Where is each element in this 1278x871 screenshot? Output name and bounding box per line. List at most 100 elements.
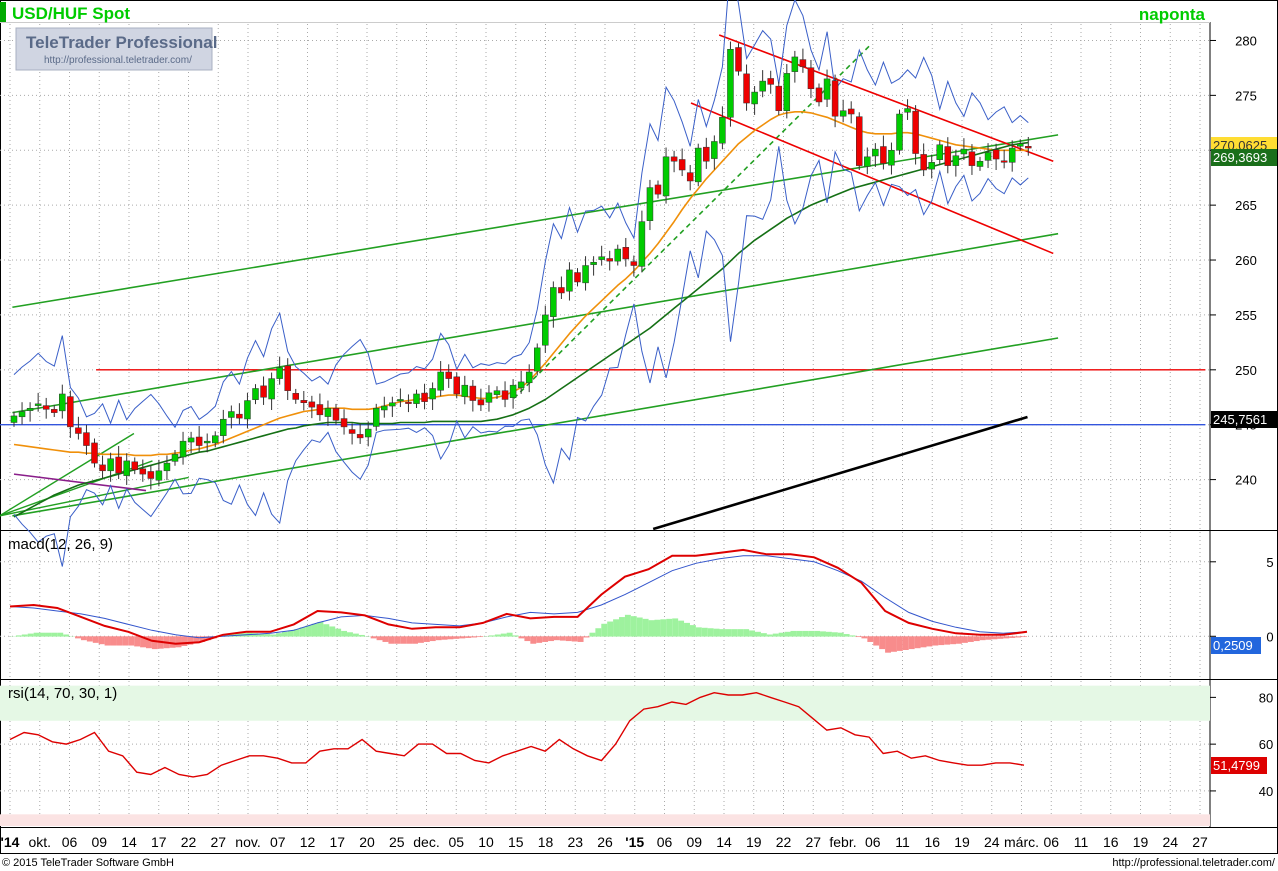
macd-histogram-bar xyxy=(512,635,519,637)
candle-body xyxy=(904,108,911,113)
macd-histogram-bar xyxy=(749,630,756,637)
macd-histogram-bar xyxy=(908,636,915,650)
candle-body xyxy=(606,258,613,262)
macd-histogram-bar xyxy=(731,629,738,637)
candle-body xyxy=(743,73,750,104)
candle-body xyxy=(139,468,147,475)
macd-histogram-bar xyxy=(950,636,957,645)
candle-body xyxy=(638,221,646,267)
rsi-tick-label: 40 xyxy=(1259,784,1273,799)
macd-histogram-bar xyxy=(642,618,649,637)
candle-body xyxy=(501,390,509,400)
candle-body xyxy=(944,146,952,166)
macd-histogram-bar xyxy=(559,636,566,641)
title-accent-bar xyxy=(0,2,6,22)
x-tick-label: 17 xyxy=(151,834,167,850)
footer-copyright: © 2015 TeleTrader Software GmbH xyxy=(2,857,174,869)
candle-body xyxy=(646,187,654,221)
macd-value-label: 0,2509 xyxy=(1211,637,1261,654)
macd-histogram-bar xyxy=(684,622,690,637)
macd-histogram-bar xyxy=(571,636,578,642)
macd-histogram-bar xyxy=(317,621,324,637)
macd-histogram-bar xyxy=(896,636,903,651)
price-tick-label: 260 xyxy=(1235,253,1257,268)
macd-histogram-bar xyxy=(843,634,850,637)
macd-histogram-bar xyxy=(21,634,28,637)
candle-body xyxy=(872,148,879,157)
macd-histogram-bar xyxy=(678,620,685,637)
candle-body xyxy=(171,454,179,462)
candle-body xyxy=(236,413,243,419)
x-tick-label: 17 xyxy=(329,834,345,850)
x-tick-label: 22 xyxy=(776,834,792,850)
candle-body xyxy=(1025,146,1032,149)
x-tick-label: febr. xyxy=(829,834,856,850)
candle-body xyxy=(936,144,943,160)
macd-histogram-bar xyxy=(341,630,348,637)
candle-body xyxy=(107,458,114,472)
candle-body xyxy=(1008,147,1016,163)
macd-histogram-bar xyxy=(790,630,797,637)
svg-text:245,7561: 245,7561 xyxy=(1213,412,1267,427)
macd-histogram-bar xyxy=(98,636,105,645)
candle-body xyxy=(574,272,581,283)
macd-histogram-bar xyxy=(542,636,549,642)
macd-histogram-bar xyxy=(75,636,81,639)
candle-body xyxy=(654,184,662,195)
macd-histogram-bar xyxy=(1003,636,1010,639)
macd-histogram-bar xyxy=(944,636,951,645)
svg-text:269,3693: 269,3693 xyxy=(1213,150,1267,165)
x-tick-label: 26 xyxy=(597,834,613,850)
macd-histogram-bar xyxy=(831,632,838,637)
macd-histogram-bar xyxy=(264,634,271,637)
macd-histogram-bar xyxy=(453,636,460,639)
macd-title: macd(12, 26, 9) xyxy=(8,536,113,553)
candle-body xyxy=(751,91,758,105)
macd-histogram-bar xyxy=(607,621,614,637)
candle-body xyxy=(614,248,621,262)
rsi-oversold-band xyxy=(0,814,1210,826)
x-tick-label: 11 xyxy=(895,834,910,850)
candle-body xyxy=(485,392,493,403)
chart-title: USD/HUF Spot xyxy=(12,4,130,23)
macd-histogram-bar xyxy=(1009,636,1016,638)
candle-body xyxy=(534,347,541,372)
candle-body xyxy=(735,47,742,72)
macd-histogram-bar xyxy=(961,636,968,643)
macd-histogram-bar xyxy=(672,618,679,637)
candle-body xyxy=(405,401,412,404)
x-tick-label: 09 xyxy=(91,834,107,850)
candle-body xyxy=(308,401,316,408)
candle-body xyxy=(348,429,356,434)
candle-body xyxy=(542,314,549,346)
candle-body xyxy=(856,116,863,166)
x-tick-label: dec. xyxy=(413,834,439,850)
x-tick-label: 06 xyxy=(865,834,881,850)
macd-histogram-bar xyxy=(802,630,809,637)
macd-histogram-bar xyxy=(406,636,413,644)
candle-body xyxy=(598,256,605,260)
candle-body xyxy=(984,152,992,161)
svg-text:http://professional.teletrader: http://professional.teletrader.com/ xyxy=(44,55,192,66)
macd-histogram-bar xyxy=(358,634,365,637)
x-tick-label: 14 xyxy=(716,834,732,850)
macd-histogram-bar xyxy=(808,630,815,637)
macd-histogram-bar xyxy=(648,620,655,637)
price-tick-label: 280 xyxy=(1235,33,1257,48)
macd-histogram-bar xyxy=(524,636,531,642)
candle-body xyxy=(220,418,227,436)
candle-body xyxy=(662,156,670,197)
macd-histogram-bar xyxy=(1015,636,1022,638)
macd-histogram-bar xyxy=(825,631,832,637)
candle-body xyxy=(493,390,501,395)
macd-histogram-bar xyxy=(920,636,927,648)
candle-body xyxy=(276,367,283,379)
macd-histogram-bar xyxy=(299,627,306,637)
macd-histogram-bar xyxy=(719,629,726,637)
macd-histogram-bar xyxy=(352,633,359,637)
macd-histogram-bar xyxy=(583,636,590,638)
macd-histogram-bar xyxy=(660,619,667,637)
macd-histogram-bar xyxy=(181,636,188,646)
x-tick-label: 19 xyxy=(746,834,762,850)
macd-histogram-bar xyxy=(347,632,353,637)
